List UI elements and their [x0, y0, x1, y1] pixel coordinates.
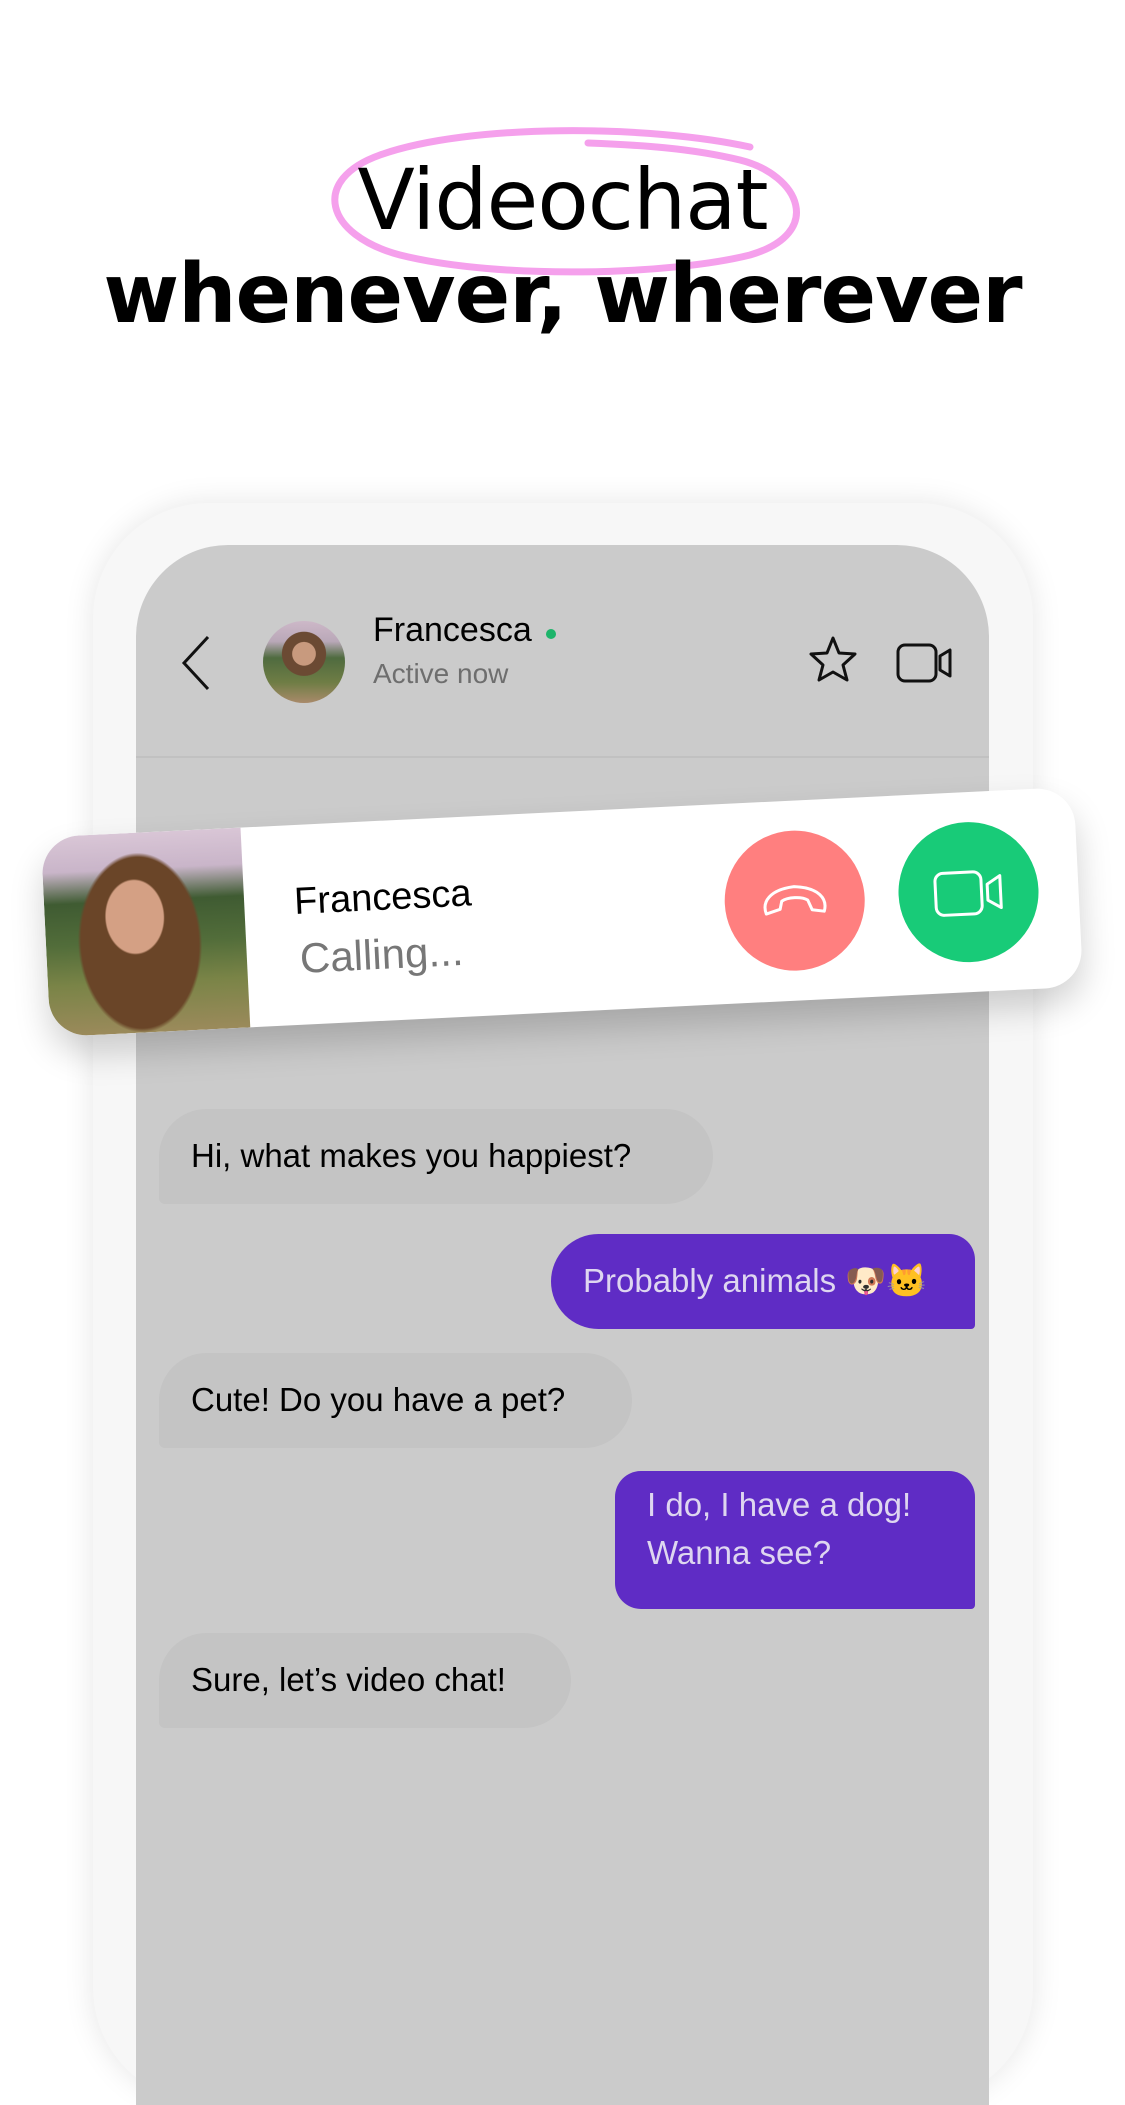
- back-button[interactable]: [180, 635, 212, 691]
- message-incoming: Hi, what makes you happiest?: [159, 1109, 713, 1204]
- chevron-left-icon: [181, 635, 210, 691]
- message-incoming: Cute! Do you have a pet?: [159, 1353, 632, 1448]
- headline-subline: whenever, wherever: [103, 247, 1022, 342]
- call-status: Calling...: [298, 926, 465, 982]
- message-outgoing: I do, I have a dog! Wanna see?: [615, 1471, 975, 1609]
- online-status-dot: [546, 629, 556, 639]
- phone-hangup-icon: [763, 885, 827, 916]
- accept-video-call-button[interactable]: [895, 818, 1042, 966]
- message-line: I do, I have a dog!: [647, 1486, 912, 1523]
- contact-status: Active now: [373, 658, 509, 689]
- star-icon: [809, 636, 857, 682]
- caller-name: Francesca: [293, 872, 473, 924]
- caller-photo: [40, 827, 251, 1038]
- chat-header: Francesca Active now: [136, 545, 989, 758]
- decline-call-button[interactable]: [721, 827, 869, 974]
- favorite-button[interactable]: [808, 635, 858, 683]
- message-incoming: Sure, let’s video chat!: [159, 1633, 571, 1728]
- headline-highlight: Videochat: [357, 151, 768, 249]
- contact-name: Francesca: [373, 611, 532, 649]
- message-line: Wanna see?: [647, 1534, 832, 1571]
- message-outgoing: Probably animals 🐶🐱: [551, 1234, 975, 1329]
- video-camera-icon: [896, 643, 952, 683]
- video-camera-icon: [933, 870, 1003, 917]
- contact-avatar[interactable]: [263, 621, 345, 703]
- chat-screen: Francesca Active now Hi, what makes you …: [136, 545, 989, 2105]
- video-call-button[interactable]: [896, 642, 954, 684]
